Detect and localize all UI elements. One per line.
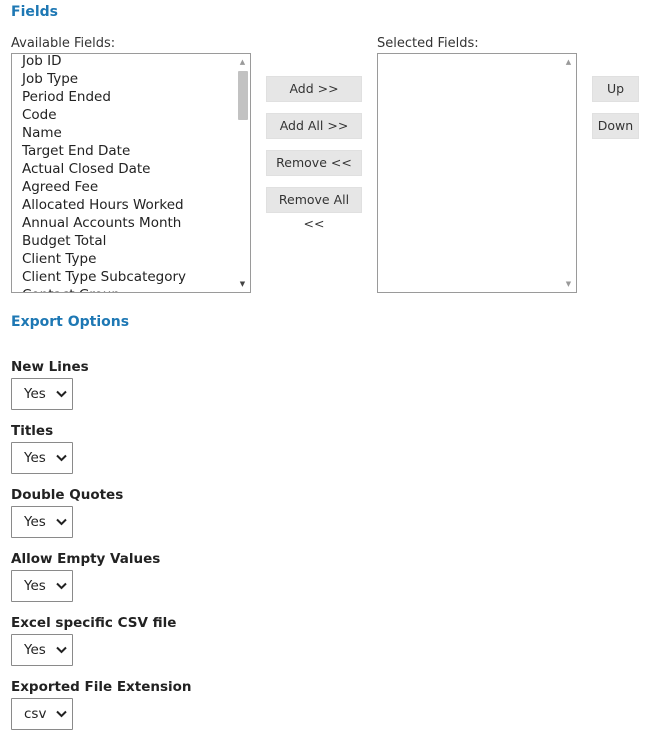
chevron-down-icon	[56, 582, 67, 590]
allow-empty-values-value: Yes	[24, 578, 46, 594]
export-options-title: Export Options	[11, 314, 130, 330]
new-lines-label: New Lines	[11, 359, 89, 375]
available-fields-label: Available Fields:	[11, 36, 116, 51]
remove-all-button[interactable]: Remove All <<	[266, 187, 362, 231]
titles-value: Yes	[24, 450, 46, 466]
add-all-button[interactable]: Add All >>	[266, 113, 362, 139]
double-quotes-select[interactable]: Yes	[11, 506, 73, 538]
up-button[interactable]: Up	[592, 76, 639, 102]
excel-csv-label: Excel specific CSV file	[11, 615, 177, 631]
scroll-up-arrow-icon[interactable]: ▲	[561, 55, 576, 69]
chevron-down-icon	[56, 390, 67, 398]
file-extension-label: Exported File Extension	[11, 679, 192, 695]
scroll-down-arrow-icon[interactable]: ▼	[561, 277, 576, 291]
file-extension-value: csv	[24, 706, 47, 722]
available-field-option[interactable]: Target End Date	[22, 142, 234, 160]
scroll-down-arrow-icon[interactable]: ▼	[235, 277, 250, 291]
chevron-down-icon	[56, 710, 67, 718]
scroll-thumb[interactable]	[238, 71, 248, 120]
excel-csv-value: Yes	[24, 642, 46, 658]
down-button[interactable]: Down	[592, 113, 639, 139]
available-field-option[interactable]: Job Type	[22, 70, 234, 88]
scroll-up-arrow-icon[interactable]: ▲	[235, 55, 250, 69]
available-field-option[interactable]: Name	[22, 124, 234, 142]
double-quotes-value: Yes	[24, 514, 46, 530]
available-field-option[interactable]: Budget Total	[22, 232, 234, 250]
available-field-option[interactable]: Annual Accounts Month	[22, 214, 234, 232]
available-field-option[interactable]: Period Ended	[22, 88, 234, 106]
excel-csv-select[interactable]: Yes	[11, 634, 73, 666]
available-fields-list[interactable]: Job ID Job Type Period Ended Code Name Target…	[11, 53, 251, 293]
available-field-option[interactable]: Code	[22, 106, 234, 124]
titles-label: Titles	[11, 423, 54, 439]
chevron-down-icon	[56, 646, 67, 654]
add-button[interactable]: Add >>	[266, 76, 362, 102]
selected-fields-label: Selected Fields:	[377, 36, 479, 51]
available-field-option[interactable]: Actual Closed Date	[22, 160, 234, 178]
chevron-down-icon	[56, 518, 67, 526]
available-field-option[interactable]: Allocated Hours Worked	[22, 196, 234, 214]
file-extension-select[interactable]: csv	[11, 698, 73, 730]
available-field-option[interactable]: Client Type	[22, 250, 234, 268]
fields-section-title: Fields	[11, 4, 59, 20]
available-field-option[interactable]: Contact Group	[22, 286, 234, 292]
titles-select[interactable]: Yes	[11, 442, 73, 474]
available-fields-items: Job ID Job Type Period Ended Code Name Target…	[22, 54, 234, 292]
selected-fields-scrollbar[interactable]: ▲ ▼	[561, 54, 576, 292]
available-fields-scrollbar[interactable]: ▲ ▼	[235, 54, 250, 292]
available-field-option[interactable]: Job ID	[22, 54, 234, 70]
available-field-option[interactable]: Client Type Subcategory	[22, 268, 234, 286]
available-field-option[interactable]: Agreed Fee	[22, 178, 234, 196]
remove-button[interactable]: Remove <<	[266, 150, 362, 176]
double-quotes-label: Double Quotes	[11, 487, 124, 503]
chevron-down-icon	[56, 454, 67, 462]
new-lines-select[interactable]: Yes	[11, 378, 73, 410]
allow-empty-values-label: Allow Empty Values	[11, 551, 161, 567]
new-lines-value: Yes	[24, 386, 46, 402]
selected-fields-list[interactable]: ▲ ▼	[377, 53, 577, 293]
allow-empty-values-select[interactable]: Yes	[11, 570, 73, 602]
